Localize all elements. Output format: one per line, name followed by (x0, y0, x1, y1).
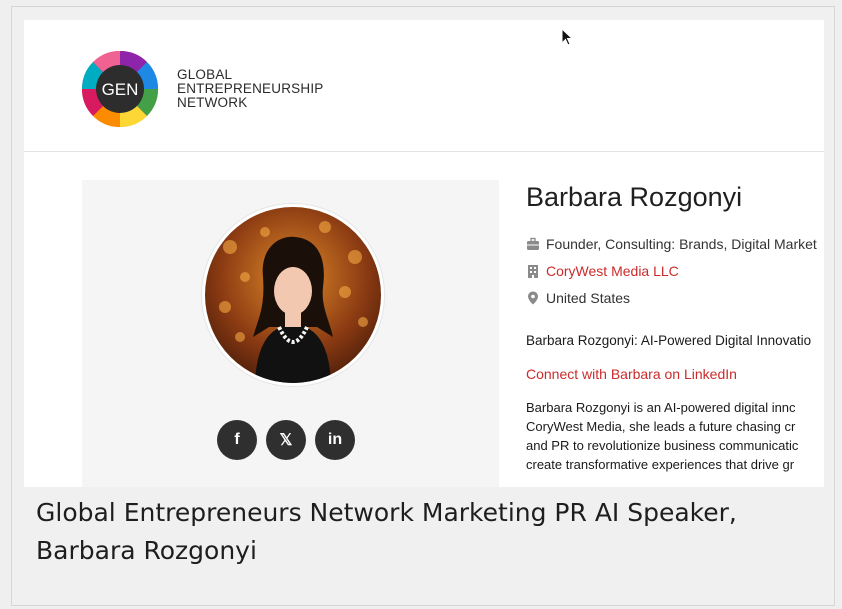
x-icon: 𝕏 (279, 432, 293, 449)
screenshot: GEN GLOBAL ENTREPRENEURSHIP NETWORK f 𝕏 … (24, 20, 824, 487)
profile-name: Barbara Rozgonyi (526, 182, 743, 212)
logo-line-2: ENTREPRENEURSHIP (177, 81, 324, 96)
company-link[interactable]: CoryWest Media LLC (546, 263, 679, 279)
profile-photo-panel: f 𝕏 in (82, 180, 499, 487)
linkedin-connect-link[interactable]: Connect with Barbara on LinkedIn (526, 366, 737, 382)
bio-line-1: Barbara Rozgonyi is an AI-powered digita… (526, 400, 796, 415)
role-row: Founder, Consulting: Brands, Digital Mar… (526, 236, 817, 252)
bio-line-4: create transformative experiences that d… (526, 457, 795, 472)
x-share-button[interactable]: 𝕏 (266, 420, 306, 460)
logo-badge-text: GEN (102, 80, 139, 99)
map-pin-icon (526, 291, 540, 305)
briefcase-icon (526, 237, 540, 251)
logo-line-1: GLOBAL (177, 67, 233, 82)
image-caption: Global Entrepreneurs Network Marketing P… (36, 498, 737, 565)
site-header: GEN GLOBAL ENTREPRENEURSHIP NETWORK (24, 20, 824, 152)
linkedin-share-button[interactable]: in (315, 420, 355, 460)
bio-line-3: and PR to revolutionize business communi… (526, 438, 799, 453)
bio-heading: Barbara Rozgonyi: AI-Powered Digital Inn… (526, 333, 812, 348)
location-text: United States (546, 290, 631, 306)
avatar (202, 204, 384, 386)
linkedin-icon: in (327, 431, 343, 448)
image-frame: GEN GLOBAL ENTREPRENEURSHIP NETWORK f 𝕏 … (11, 6, 835, 606)
company-row[interactable]: CoryWest Media LLC (526, 263, 679, 279)
gen-logo[interactable]: GEN (81, 43, 159, 135)
mouse-pointer-icon (561, 27, 574, 51)
role-text: Founder, Consulting: Brands, Digital Mar… (546, 236, 817, 252)
logo-line-3: NETWORK (177, 95, 248, 110)
facebook-share-button[interactable]: f (217, 420, 257, 460)
location-row: United States (526, 290, 630, 306)
bio-line-2: CoryWest Media, she leads a future chasi… (526, 419, 796, 434)
facebook-icon: f (234, 431, 240, 448)
building-icon (526, 264, 540, 278)
logo-wordmark[interactable]: GLOBAL ENTREPRENEURSHIP NETWORK (177, 68, 323, 110)
bio-text: Barbara Rozgonyi is an AI-powered digita… (526, 398, 824, 474)
